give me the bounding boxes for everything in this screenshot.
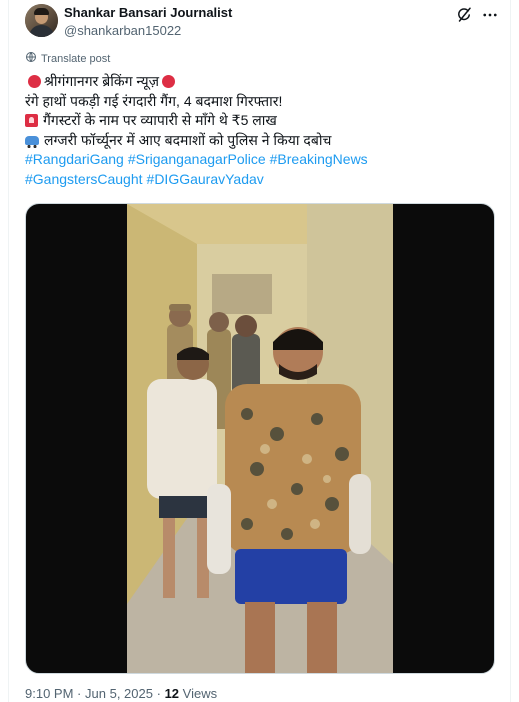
avatar[interactable] [25,4,58,37]
post-time[interactable]: 9:10 PM [25,686,73,701]
post-line-1-text: श्रीगंगानगर ब्रेकिंग न्यूज़ [44,73,159,89]
hashtag-link[interactable]: #SriganganagarPolice [128,150,266,170]
views-count: 12 [164,686,180,701]
video-frame[interactable] [127,204,393,673]
hashtags-row-2: #GangstersCaught #DIGGauravYadav [25,170,505,190]
grok-icon[interactable] [453,4,475,26]
author-name[interactable]: Shankar Bansari Journalist [64,5,232,20]
translate-label: Translate post [41,52,111,65]
post-line-4: लग्जरी फॉर्च्यूनर में आए बदमाशों को पुलि… [25,131,505,151]
post-line-4-text: लग्जरी फॉर्च्यूनर में आए बदमाशों को पुलि… [44,131,332,148]
video-scene-illustration [127,204,393,673]
post-date[interactable]: Jun 5, 2025 [85,686,153,701]
post-line-2: रंगे हाथों पकड़ी गई रंगदारी गैंग, 4 बदमा… [25,92,505,112]
translate-post-link[interactable]: Translate post [25,51,110,66]
post-line-3-text: गैंगस्टरों के नाम पर व्यापारी से माँगे थ… [43,112,277,128]
hashtag-link[interactable]: #RangdariGang [25,150,124,170]
post-text: श्रीगंगानगर ब्रेकिंग न्यूज़ रंगे हाथों प… [25,72,505,189]
red-circle-icon [161,75,175,89]
meta-separator: · [156,686,161,701]
post-card[interactable]: Shankar Bansari Journalist @shankarban15… [8,0,511,702]
globe-icon [25,51,37,66]
more-icon[interactable] [479,4,501,26]
red-circle-icon [28,75,41,89]
author-handle[interactable]: @shankarban15022 [64,23,181,38]
car-icon [25,135,39,148]
hashtag-link[interactable]: #BreakingNews [270,150,368,170]
police-light-icon [25,114,38,128]
post-meta: 9:10 PM · Jun 5, 2025 · 12 Views [25,686,217,701]
meta-separator: · [77,686,82,701]
views-label: Views [182,686,218,701]
post-line-1: श्रीगंगानगर ब्रेकिंग न्यूज़ [25,72,505,92]
hashtags-row-1: #RangdariGang #SriganganagarPolice #Brea… [25,150,505,170]
post-line-3: गैंगस्टरों के नाम पर व्यापारी से माँगे थ… [25,111,505,131]
video-player[interactable] [25,203,495,674]
hashtag-link[interactable]: #DIGGauravYadav [147,170,264,190]
post-line-2-text: रंगे हाथों पकड़ी गई रंगदारी गैंग, 4 बदमा… [25,92,283,109]
hashtag-link[interactable]: #GangstersCaught [25,170,143,190]
